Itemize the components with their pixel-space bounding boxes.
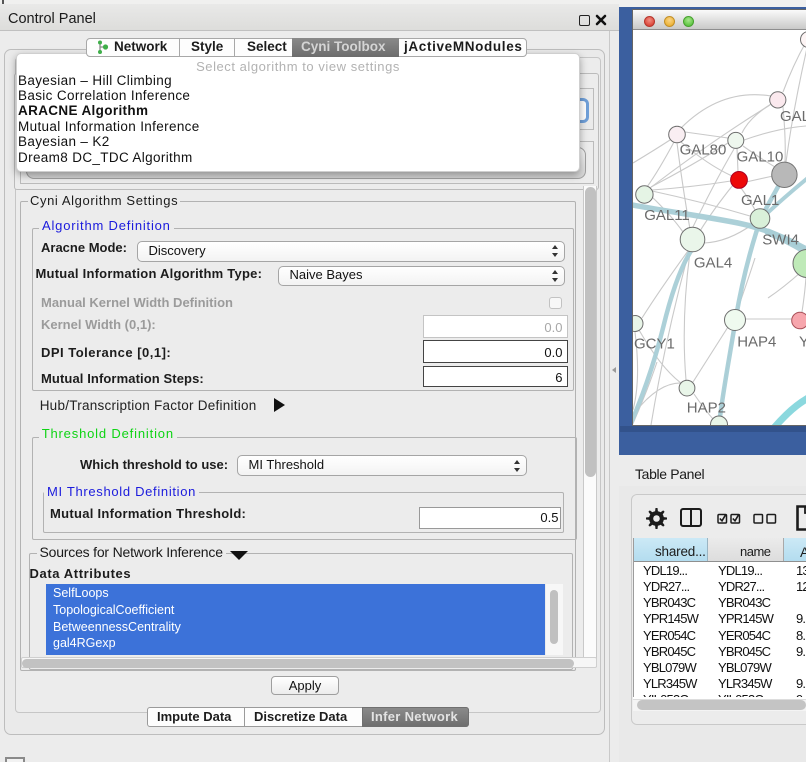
svg-text:HAP4: HAP4: [737, 334, 776, 351]
svg-text:HAP2: HAP2: [687, 400, 726, 417]
svg-text:Y: Y: [799, 334, 806, 351]
svg-text:GAL11: GAL11: [644, 207, 690, 224]
svg-text:GAL10: GAL10: [737, 149, 784, 166]
svg-text:GAL80: GAL80: [680, 142, 727, 159]
svg-text:SWI4: SWI4: [762, 232, 799, 249]
svg-text:GAL4: GAL4: [694, 255, 732, 272]
svg-text:GAL1: GAL1: [741, 192, 779, 209]
svg-text:GAL: GAL: [780, 108, 806, 125]
svg-text:GCY1: GCY1: [634, 336, 675, 353]
